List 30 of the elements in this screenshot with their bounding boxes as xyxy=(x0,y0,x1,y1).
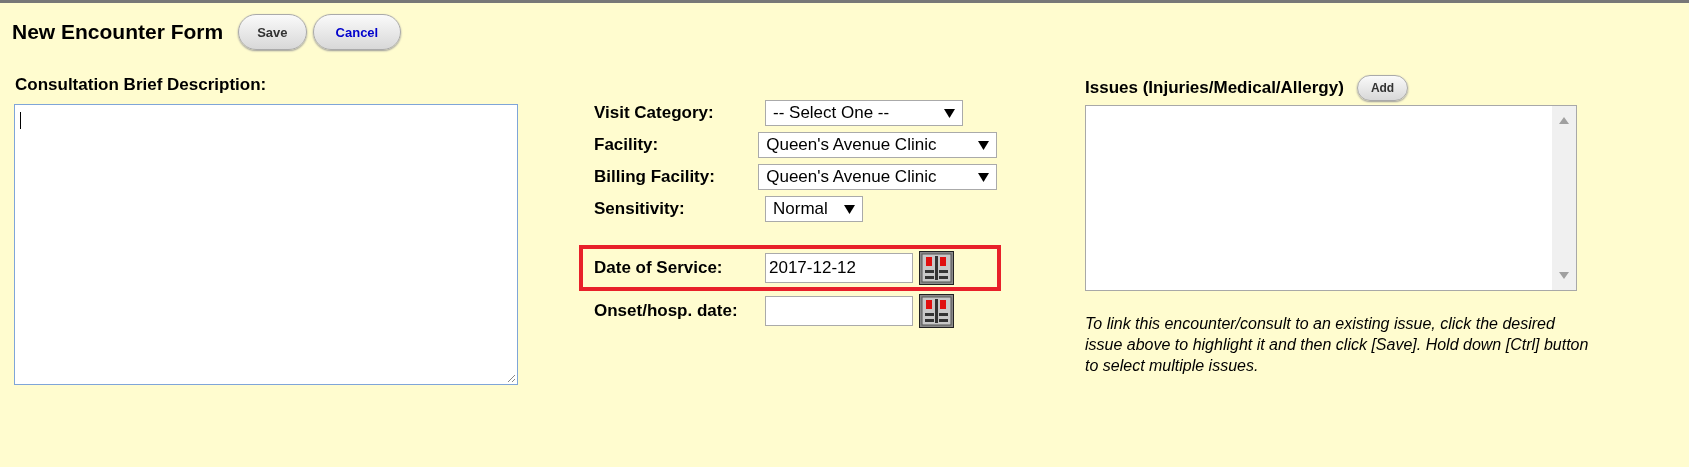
field-label: Sensitivity: xyxy=(594,199,686,219)
scrollbar[interactable] xyxy=(1552,106,1576,290)
form-title: New Encounter Form xyxy=(12,20,224,44)
date-field[interactable] xyxy=(765,296,913,326)
calendar-icon[interactable] xyxy=(919,294,954,328)
dropdown[interactable]: -- Select One -- xyxy=(765,100,963,126)
date-field[interactable]: 2017-12-12 xyxy=(765,253,913,283)
issues-list[interactable] xyxy=(1085,105,1577,291)
field-label: Billing Facility: xyxy=(594,167,716,187)
help-text: To link this encounter/consult to an existing issue, click the desired issue above to highlight it and then click [Save]. Hold down [Ctrl] button to select multiple issues. xyxy=(1085,314,1590,376)
save-button[interactable]: Save xyxy=(238,14,307,50)
scroll-up-icon[interactable] xyxy=(1559,117,1569,124)
field-label: Consultation Brief Description: xyxy=(15,75,268,95)
scroll-down-icon[interactable] xyxy=(1559,272,1569,279)
issues-label: Issues (Injuries/Medical/Allergy) xyxy=(1085,78,1344,98)
field-label: Facility: xyxy=(594,135,660,155)
dropdown[interactable]: Queen's Avenue Clinic xyxy=(758,164,997,190)
field-label: Onset/hosp. date: xyxy=(594,301,739,321)
field-label: Visit Category: xyxy=(594,103,715,123)
cancel-button[interactable]: Cancel xyxy=(312,14,402,50)
dropdown[interactable]: Queen's Avenue Clinic xyxy=(758,132,997,158)
caret-icon xyxy=(978,172,989,182)
calendar-icon[interactable] xyxy=(919,251,954,285)
caret-icon xyxy=(978,140,989,150)
dropdown[interactable]: Normal xyxy=(765,196,863,222)
caret-icon xyxy=(944,108,955,118)
resize-grip-icon[interactable] xyxy=(507,374,515,382)
add-button[interactable]: Add xyxy=(1356,75,1409,101)
field-label: Date of Service: xyxy=(594,258,724,278)
caret-icon xyxy=(844,204,855,214)
